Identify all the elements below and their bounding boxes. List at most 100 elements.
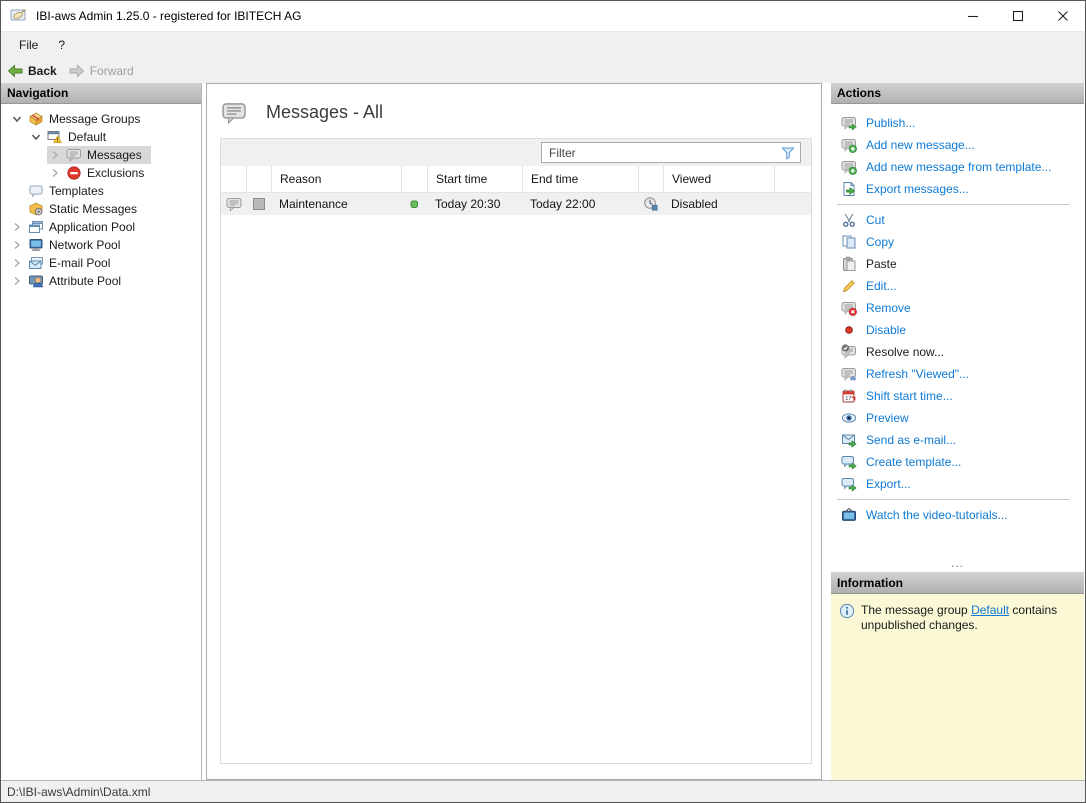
column-header-end-time[interactable]: End time bbox=[522, 166, 638, 192]
window-controls bbox=[950, 1, 1085, 31]
maximize-button[interactable] bbox=[995, 1, 1040, 31]
column-header-color bbox=[246, 166, 271, 192]
preview-icon bbox=[841, 410, 857, 426]
column-header-type bbox=[221, 166, 246, 192]
tree-item-label: E-mail Pool bbox=[49, 256, 111, 270]
actions-separator bbox=[837, 204, 1070, 205]
tree-item-label: Message Groups bbox=[49, 112, 141, 126]
chevron-right-icon[interactable] bbox=[9, 273, 27, 289]
edit-icon bbox=[841, 278, 857, 294]
tree-item-label: Templates bbox=[49, 184, 104, 198]
menu-file[interactable]: File bbox=[9, 34, 48, 56]
copy-icon bbox=[841, 234, 857, 250]
information-message: The message group Default contains unpub… bbox=[861, 603, 1076, 633]
actions-separator bbox=[837, 499, 1070, 500]
action-label: Paste bbox=[866, 257, 897, 271]
action-label: Send as e-mail... bbox=[866, 433, 957, 447]
column-header-reason[interactable]: Reason bbox=[271, 166, 401, 192]
action-label: Create template... bbox=[866, 455, 962, 469]
action-label: Remove bbox=[866, 301, 911, 315]
tree-item-label: Network Pool bbox=[49, 238, 121, 252]
filter-funnel-icon[interactable] bbox=[780, 145, 796, 161]
back-button[interactable]: Back bbox=[7, 63, 57, 79]
action-disable[interactable]: Disable bbox=[831, 319, 1084, 341]
create-template-icon bbox=[841, 454, 857, 470]
info-icon bbox=[839, 603, 855, 619]
actions-header: Actions bbox=[831, 83, 1084, 104]
status-file-path: D:\IBI-aws\Admin\Data.xml bbox=[7, 784, 151, 799]
action-copy[interactable]: Copy bbox=[831, 231, 1084, 253]
chevron-down-icon[interactable] bbox=[28, 129, 46, 145]
chevron-right-icon[interactable] bbox=[9, 255, 27, 271]
action-send-as-e-mail[interactable]: Send as e-mail... bbox=[831, 429, 1084, 451]
tree-item-exclusions[interactable]: Exclusions bbox=[1, 164, 201, 182]
filter-input[interactable] bbox=[541, 142, 801, 163]
action-label: Add new message... bbox=[866, 138, 975, 152]
column-header-start-time[interactable]: Start time bbox=[427, 166, 522, 192]
action-shift-start-time[interactable]: 17 Shift start time... bbox=[831, 385, 1084, 407]
action-add-new-message[interactable]: Add new message... bbox=[831, 134, 1084, 156]
action-remove[interactable]: Remove bbox=[831, 297, 1084, 319]
default-group-icon bbox=[47, 129, 63, 145]
minimize-button[interactable] bbox=[950, 1, 995, 31]
filter-bar bbox=[221, 139, 811, 166]
chevron-right-icon[interactable] bbox=[47, 147, 65, 163]
menu-help[interactable]: ? bbox=[48, 34, 75, 56]
tree-item-message-groups[interactable]: Message Groups bbox=[1, 110, 201, 128]
action-refresh-viewed[interactable]: Refresh "Viewed"... bbox=[831, 363, 1084, 385]
action-add-new-message-from-template[interactable]: Add new message from template... bbox=[831, 156, 1084, 178]
tree-item-application-pool[interactable]: Application Pool bbox=[1, 218, 201, 236]
refresh-viewed-icon bbox=[841, 366, 857, 382]
action-cut[interactable]: Cut bbox=[831, 209, 1084, 231]
messages-icon bbox=[66, 147, 82, 163]
message-row[interactable]: Maintenance Today 20:30 Today 22:00 Disa… bbox=[221, 193, 811, 215]
chevron-right-icon[interactable] bbox=[47, 165, 65, 181]
information-header: Information bbox=[831, 572, 1084, 594]
network-pool-icon bbox=[28, 237, 44, 253]
chevron-down-icon[interactable] bbox=[9, 111, 27, 127]
svg-text:17: 17 bbox=[845, 396, 851, 402]
tree-item-default[interactable]: Default bbox=[1, 128, 201, 146]
action-watch-the-video-tutorials[interactable]: Watch the video-tutorials... bbox=[831, 504, 1084, 526]
export-icon bbox=[841, 476, 857, 492]
action-publish[interactable]: Publish... bbox=[831, 112, 1084, 134]
chevron-right-icon[interactable] bbox=[9, 237, 27, 253]
action-label: Shift start time... bbox=[866, 389, 953, 403]
default-group-link[interactable]: Default bbox=[971, 603, 1009, 617]
remove-icon bbox=[841, 300, 857, 316]
close-button[interactable] bbox=[1040, 1, 1085, 31]
action-label: Cut bbox=[866, 213, 885, 227]
column-header-viewed-icon bbox=[638, 166, 663, 192]
shift-start-time-icon: 17 bbox=[841, 388, 857, 404]
tree-item-templates[interactable]: Templates bbox=[1, 182, 201, 200]
column-header-viewed[interactable]: Viewed bbox=[663, 166, 774, 192]
cut-icon bbox=[841, 212, 857, 228]
action-label: Watch the video-tutorials... bbox=[866, 508, 1008, 522]
page-header: Messages - All bbox=[220, 90, 383, 134]
messages-list-container: Reason Start time End time Viewed bbox=[220, 138, 812, 764]
action-export-messages[interactable]: Export messages... bbox=[831, 178, 1084, 200]
tree-item-messages[interactable]: Messages bbox=[1, 146, 201, 164]
column-header-status bbox=[401, 166, 427, 192]
panel-splitter-handle[interactable]: ... bbox=[831, 557, 1084, 572]
action-label: Add new message from template... bbox=[866, 160, 1052, 174]
action-preview[interactable]: Preview bbox=[831, 407, 1084, 429]
table-header: Reason Start time End time Viewed bbox=[221, 166, 811, 193]
action-create-template[interactable]: Create template... bbox=[831, 451, 1084, 473]
static-messages-icon bbox=[28, 201, 44, 217]
tree-item-static-messages[interactable]: Static Messages bbox=[1, 200, 201, 218]
action-edit[interactable]: Edit... bbox=[831, 275, 1084, 297]
action-export[interactable]: Export... bbox=[831, 473, 1084, 495]
action-label: Export... bbox=[866, 477, 911, 491]
chevron-right-icon[interactable] bbox=[9, 219, 27, 235]
add-message-icon bbox=[841, 159, 857, 175]
tree-item-e-mail-pool[interactable]: E-mail Pool bbox=[1, 254, 201, 272]
back-label: Back bbox=[28, 63, 57, 78]
tree-item-network-pool[interactable]: Network Pool bbox=[1, 236, 201, 254]
app-icon bbox=[10, 8, 28, 24]
tree-item-attribute-pool[interactable]: Attribute Pool bbox=[1, 272, 201, 290]
action-label: Publish... bbox=[866, 116, 916, 130]
message-reason: Maintenance bbox=[279, 197, 348, 211]
chevron-placeholder bbox=[9, 201, 27, 217]
video-tutorials-icon bbox=[841, 507, 857, 523]
